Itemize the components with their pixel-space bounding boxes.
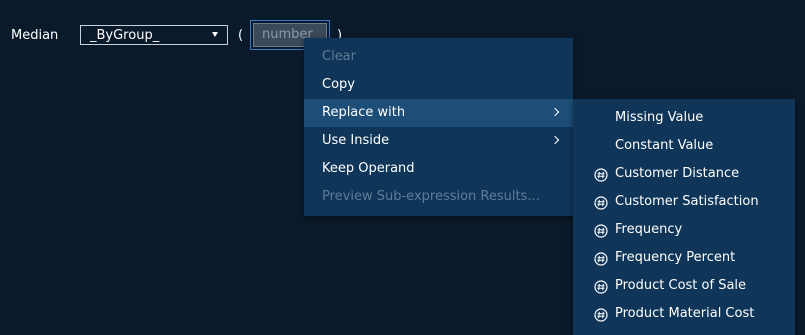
chevron-down-icon [212,32,218,37]
numeric-variable-icon [594,224,608,238]
submenu-item-label: Customer Distance [615,166,740,181]
function-label: Median [11,28,59,43]
menu-item-label: Clear [322,49,356,64]
menu-item-label: Copy [322,77,355,92]
submenu-item-label: Frequency Percent [615,250,736,265]
group-by-select[interactable]: _ByGroup_ [80,25,228,45]
submenu-item-label: Customer Satisfaction [615,194,759,209]
numeric-variable-icon [594,252,608,266]
submenu-item-label: Product Material Cost [615,306,755,321]
numeric-variable-icon [594,280,608,294]
menu-item-label: Use Inside [322,133,390,148]
submenu-item-product-material-cost[interactable]: Product Material Cost [573,300,795,328]
submenu-item-frequency[interactable]: Frequency [573,216,795,244]
numeric-variable-icon [594,168,608,182]
submenu-item-customer-satisfaction[interactable]: Customer Satisfaction [573,188,795,216]
menu-item-label: Keep Operand [322,161,415,176]
group-by-select-value: _ByGroup_ [90,28,160,43]
menu-item-label: Replace with [322,105,406,120]
numeric-variable-icon [594,196,608,210]
submenu-item-missing-value[interactable]: Missing Value [573,104,795,132]
open-paren: ( [238,28,244,43]
menu-item-use-inside[interactable]: Use Inside [304,127,573,155]
menu-item-copy[interactable]: Copy [304,71,573,99]
submenu-item-frequency-percent[interactable]: Frequency Percent [573,244,795,272]
chevron-right-icon [550,135,560,145]
menu-item-preview-sub-expression: Preview Sub-expression Results... [304,183,573,211]
submenu-item-label: Product Cost of Sale [615,278,747,293]
submenu-item-label: Constant Value [615,138,714,153]
replace-with-submenu: Missing Value Constant Value Customer Di… [573,99,795,335]
submenu-item-label: Missing Value [615,110,704,125]
menu-item-label: Preview Sub-expression Results... [322,189,540,204]
chevron-right-icon [550,107,560,117]
menu-item-keep-operand[interactable]: Keep Operand [304,155,573,183]
submenu-item-customer-distance[interactable]: Customer Distance [573,160,795,188]
context-menu: Clear Copy Replace with Use Inside Keep … [304,38,573,216]
submenu-item-label: Frequency [615,222,683,237]
menu-item-replace-with[interactable]: Replace with [304,99,573,127]
menu-item-clear: Clear [304,43,573,71]
numeric-variable-icon [594,308,608,322]
submenu-item-constant-value[interactable]: Constant Value [573,132,795,160]
submenu-item-product-cost-of-sale[interactable]: Product Cost of Sale [573,272,795,300]
